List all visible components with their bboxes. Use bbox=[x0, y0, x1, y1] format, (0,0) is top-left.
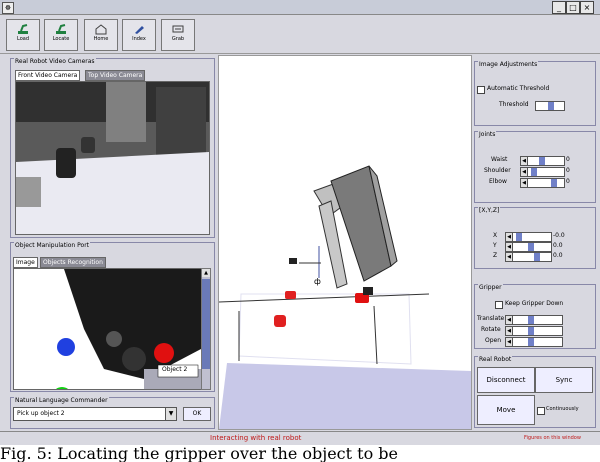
grab-label: Grab bbox=[171, 36, 185, 42]
joints-title: Joints bbox=[478, 131, 497, 138]
open-slider[interactable]: ◀ bbox=[505, 337, 563, 347]
open-label: Open bbox=[485, 337, 502, 344]
waist-slider[interactable]: ◀ bbox=[520, 156, 565, 166]
keep-gripper-down-checkbox[interactable] bbox=[495, 301, 503, 309]
figure-caption: Fig. 5: Locating the gripper over the ob… bbox=[0, 445, 399, 462]
robot-arm-icon bbox=[18, 24, 28, 34]
toolbar: Load Locate Home Index Grab bbox=[0, 15, 600, 54]
continuously-label: Continuously bbox=[546, 406, 579, 412]
gripper-panel: Gripper Keep Gripper Down Translate ◀ Ro… bbox=[474, 284, 596, 349]
tab-objects-recognition[interactable]: Objects Recognition bbox=[40, 257, 106, 268]
y-slider[interactable]: ◀ bbox=[505, 242, 552, 252]
pen-icon bbox=[135, 26, 144, 34]
svg-text:ф: ф bbox=[314, 277, 321, 286]
image-adjustments-panel: Image Adjustments Automatic Threshold Th… bbox=[474, 61, 596, 126]
nlc-panel: Natural Language Commander Pick up objec… bbox=[10, 397, 215, 429]
tab-top-camera[interactable]: Top Video Camera bbox=[85, 70, 146, 81]
keep-gripper-down-label: Keep Gripper Down bbox=[505, 300, 564, 307]
manipulation-image: Object 2 bbox=[13, 268, 202, 390]
translate-slider[interactable]: ◀ bbox=[505, 315, 563, 325]
image-adjustments-title: Image Adjustments bbox=[478, 61, 539, 68]
cameras-panel: Real Robot Video Cameras Front Video Cam… bbox=[10, 58, 215, 238]
chevron-down-icon[interactable]: ▼ bbox=[165, 408, 176, 420]
status-right-text: Figures on this window bbox=[524, 435, 581, 441]
scroll-up-arrow[interactable]: ▲ bbox=[202, 269, 210, 277]
close-button[interactable]: × bbox=[580, 1, 594, 14]
sync-button[interactable]: Sync bbox=[535, 367, 593, 393]
grab-button[interactable]: Grab bbox=[161, 19, 195, 51]
manipulation-scrollbar[interactable]: ▲ bbox=[201, 268, 211, 390]
elbow-value: 0 bbox=[566, 178, 570, 185]
robot-arm-icon bbox=[56, 24, 66, 34]
load-label: Load bbox=[17, 36, 29, 42]
z-label: Z bbox=[493, 252, 498, 259]
robot-3d-view[interactable]: ф bbox=[218, 55, 472, 430]
command-value: Pick up object 2 bbox=[17, 410, 65, 417]
x-label: X bbox=[493, 232, 498, 239]
minimize-button[interactable]: _ bbox=[552, 1, 566, 14]
home-button[interactable]: Home bbox=[84, 19, 118, 51]
home-icon bbox=[95, 24, 107, 35]
locate-label: Locate bbox=[52, 36, 70, 42]
manipulation-panel: Object Manipulation Port Image Objects R… bbox=[10, 242, 215, 392]
camera-scene bbox=[16, 82, 209, 234]
threshold-slider[interactable] bbox=[535, 101, 565, 111]
y-label: Y bbox=[493, 242, 497, 249]
app-icon: ☸ bbox=[2, 2, 14, 14]
gripper-icon bbox=[172, 25, 184, 33]
auto-threshold-label: Automatic Threshold bbox=[487, 85, 550, 92]
continuously-checkbox[interactable] bbox=[537, 407, 545, 415]
shoulder-value: 0 bbox=[566, 167, 570, 174]
x-value: -0.0 bbox=[553, 232, 565, 239]
move-button[interactable]: Move bbox=[477, 395, 535, 425]
z-slider[interactable]: ◀ bbox=[505, 252, 552, 262]
y-value: 0.0 bbox=[553, 242, 563, 249]
front-camera-view bbox=[15, 81, 210, 235]
ok-button[interactable]: OK bbox=[183, 407, 211, 421]
title-bar: ☸ _ □ × bbox=[0, 0, 600, 15]
shoulder-slider[interactable]: ◀ bbox=[520, 167, 565, 177]
xyz-panel: [X,Y,Z] X ◀ -0.0 Y ◀ 0.0 Z ◀ 0.0 bbox=[474, 207, 596, 269]
joints-panel: Joints Waist ◀ 0 Shoulder ◀ 0 Elbow ◀ 0 bbox=[474, 131, 596, 203]
real-robot-panel: Real Robot Disconnect Sync Move Continuo… bbox=[474, 356, 596, 428]
home-label: Home bbox=[93, 36, 109, 42]
elbow-label: Elbow bbox=[489, 178, 507, 185]
auto-threshold-checkbox[interactable] bbox=[477, 86, 485, 94]
elbow-slider[interactable]: ◀ bbox=[520, 178, 565, 188]
shoulder-label: Shoulder bbox=[484, 167, 511, 174]
translate-label: Translate bbox=[477, 315, 505, 322]
gripper-title: Gripper bbox=[478, 284, 503, 291]
tab-front-camera[interactable]: Front Video Camera bbox=[15, 70, 81, 81]
disconnect-button[interactable]: Disconnect bbox=[477, 367, 535, 393]
waist-value: 0 bbox=[566, 156, 570, 163]
rotate-label: Rotate bbox=[481, 326, 501, 333]
load-button[interactable]: Load bbox=[6, 19, 40, 51]
command-combobox[interactable]: Pick up object 2 ▼ bbox=[13, 407, 177, 421]
xyz-title: [X,Y,Z] bbox=[478, 207, 501, 214]
threshold-label: Threshold bbox=[499, 101, 529, 108]
maximize-button[interactable]: □ bbox=[566, 1, 580, 14]
real-robot-title: Real Robot bbox=[478, 356, 513, 363]
tab-image[interactable]: Image bbox=[13, 257, 38, 268]
application-window: ☸ _ □ × Load Locate Home Index Grab Real… bbox=[0, 0, 600, 445]
index-button[interactable]: Index bbox=[122, 19, 156, 51]
scroll-thumb[interactable] bbox=[202, 279, 210, 369]
object-label: Object 2 bbox=[162, 366, 188, 373]
waist-label: Waist bbox=[491, 156, 508, 163]
rotate-slider[interactable]: ◀ bbox=[505, 326, 563, 336]
status-bar: Interacting with real robot Figures on t… bbox=[0, 431, 600, 445]
locate-button[interactable]: Locate bbox=[44, 19, 78, 51]
robot-scene: ф bbox=[219, 165, 471, 429]
status-message: Interacting with real robot bbox=[210, 434, 302, 442]
nlc-title: Natural Language Commander bbox=[14, 397, 109, 404]
manipulation-title: Object Manipulation Port bbox=[14, 242, 91, 249]
index-label: Index bbox=[132, 36, 146, 42]
cameras-title: Real Robot Video Cameras bbox=[14, 58, 96, 65]
x-slider[interactable]: ◀ bbox=[505, 232, 552, 242]
z-value: 0.0 bbox=[553, 252, 563, 259]
